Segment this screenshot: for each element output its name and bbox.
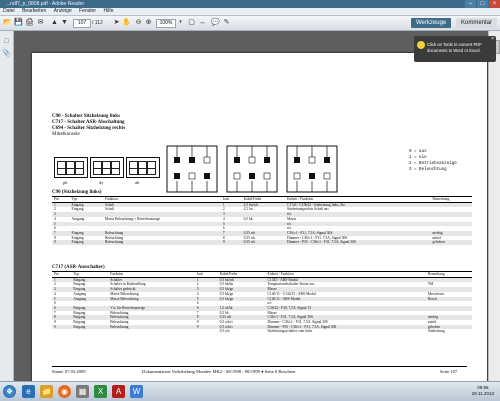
print-icon[interactable]: 🖨 xyxy=(25,18,34,27)
zoom-out-icon[interactable]: ⊖ xyxy=(134,18,143,27)
table-cell: Dimmer - P35 - C36/c1 - F31, 7,5A, Signa… xyxy=(285,240,431,246)
hand-tool-icon[interactable]: ✋ xyxy=(122,18,131,27)
firefox-icon[interactable]: ◉ xyxy=(58,385,71,398)
clock-date: 29.11.2013 xyxy=(471,391,494,396)
pdf-page: C90 - Schalter Sitzheizung links C717 - … xyxy=(32,53,487,388)
heading-c694: C694 - Schalter Sitzheizung rechts xyxy=(52,126,126,131)
connector-image-dy xyxy=(90,157,124,178)
adobe-reader-icon[interactable]: A xyxy=(112,385,125,398)
zoom-dropdown-icon[interactable]: ▾ xyxy=(176,18,185,27)
table-cell: 9 xyxy=(220,240,242,246)
heading-c90: C90 - Schalter Sitzheizung links xyxy=(52,114,120,119)
table-cell: Beleuchtung xyxy=(103,240,221,246)
excel-icon[interactable]: X xyxy=(94,385,107,398)
navigation-panel: □ 📎 xyxy=(0,31,14,381)
switch-wiring-diagram xyxy=(166,145,338,193)
file-explorer-icon[interactable]: 📁 xyxy=(40,385,53,398)
table-c90: Pin Typ Funktion Jack Kabel/Farbe Einheit / F… xyxy=(52,196,472,246)
table-cell: Sitzheizung xyxy=(427,329,445,334)
footer-page: Seite 107 xyxy=(440,369,458,374)
menu-anzeige[interactable]: Anzeige xyxy=(51,8,75,15)
table-c717-title: C717 (ASR-Ausschalter) xyxy=(52,265,105,270)
app-icon[interactable]: ▦ xyxy=(76,385,89,398)
footer-date: Stand: 07.03.2009 xyxy=(52,369,86,374)
table-c717: Pin Typ Funktion Jack Kabel/Farbe Einheit / F… xyxy=(52,271,472,334)
heading-c717: C717 - Schalter ASR-Abschaltung xyxy=(52,120,125,125)
document-area: C90 - Schalter Sitzheizung links C717 - … xyxy=(14,31,488,388)
minimize-button[interactable]: – xyxy=(465,0,476,8)
table-cell xyxy=(52,329,71,334)
select-tool-icon[interactable]: ➤ xyxy=(112,18,121,27)
table-cell: Eingang xyxy=(69,240,104,246)
comment-icon[interactable]: 💬 xyxy=(211,18,220,27)
previous-page-icon[interactable]: ▲ xyxy=(50,18,59,27)
open-file-icon[interactable]: 📂 xyxy=(3,18,12,27)
menu-hilfe[interactable]: Hilfe xyxy=(100,8,116,15)
table-cell: Sitzheizungsschalter vom links xyxy=(267,329,313,334)
attachments-icon[interactable]: 📎 xyxy=(2,49,11,58)
connector-label-ph: ph xyxy=(63,180,68,185)
fit-page-icon[interactable]: ▢ xyxy=(187,18,196,27)
table-cell: 0,35 wh xyxy=(241,240,286,246)
table-c90-title: C90 (Sitzheizung links) xyxy=(52,190,102,195)
save-icon[interactable]: 💾 xyxy=(14,18,23,27)
table-cell xyxy=(108,329,195,334)
email-icon[interactable]: ✉ xyxy=(36,18,45,27)
tooltip-text: Click on Tools to convert PDF documents … xyxy=(427,42,482,53)
lightbulb-icon xyxy=(417,41,425,49)
menu-bar: Datei Bearbeiten Anzeige Fenster Hilfe xyxy=(0,8,500,16)
page-number-input[interactable]: 107 xyxy=(73,19,91,28)
connector-label-dy: dy xyxy=(99,180,104,185)
highlight-icon[interactable]: ✎ xyxy=(222,18,231,27)
table-row: 0,5 wh Sitzheizungsschalter vom links Sitz… xyxy=(52,329,472,334)
connector-label-ab: ab xyxy=(135,180,140,185)
start-button-icon[interactable]: ❖ xyxy=(3,385,16,398)
menu-fenster[interactable]: Fenster xyxy=(76,8,99,15)
word-icon[interactable]: W xyxy=(130,385,143,398)
page-total: / 112 xyxy=(92,20,103,26)
connector-image-ab xyxy=(126,157,160,178)
menu-datei[interactable]: Datei xyxy=(0,8,18,15)
zoom-in-icon[interactable]: ⊕ xyxy=(144,18,153,27)
close-button[interactable]: × xyxy=(489,0,500,8)
tools-button[interactable]: Werkzeuge xyxy=(411,18,452,28)
system-clock: 09:56 29.11.2013 xyxy=(472,385,494,397)
footer-rule xyxy=(52,366,467,367)
maximize-button[interactable]: □ xyxy=(477,0,488,8)
footer-title: Dokumentation Verkabelung Mondeo MK2 - 0… xyxy=(142,369,296,374)
tools-tooltip: × Click on Tools to convert PDF document… xyxy=(414,36,496,62)
table-cell: 9 xyxy=(52,240,70,246)
taskbar: ❖ e 📁 ◉ ▦ X A W 09:56 29.11.2013 xyxy=(0,381,500,401)
table-cell xyxy=(71,329,108,334)
comment-button[interactable]: Kommentar xyxy=(456,18,498,28)
table-row: 9 Eingang Beleuchtung 9 0,35 wh Dimmer - P35 … xyxy=(52,240,472,246)
zoom-select[interactable]: 100% xyxy=(156,19,176,28)
table-cell xyxy=(195,329,218,334)
next-page-icon[interactable]: ▼ xyxy=(60,18,69,27)
connector-image-ph xyxy=(54,157,88,178)
fit-width-icon[interactable]: ↔ xyxy=(198,18,207,27)
toolbar: 📂 💾 🖨 ✉ ▲ ▼ 107 / 112 ➤ ✋ ⊖ ⊕ 100% ▾ ▢ ↔… xyxy=(0,16,500,31)
legend-line: 3 = Beleuchtung xyxy=(409,168,447,172)
menu-bearbeiten[interactable]: Bearbeiten xyxy=(19,8,49,15)
ie-browser-icon[interactable]: e xyxy=(22,385,35,398)
vertical-scrollbar[interactable] xyxy=(488,31,500,381)
table-cell: gehoben xyxy=(430,240,472,246)
subheading-location: Mittelkonsole xyxy=(52,132,80,137)
window-title-bar: ...ndf7_p_0808.pdf - Adobe Reader – □ × xyxy=(0,0,500,8)
pin-legend: 0 = aus 1 = ein 2 = Betriebsanzeige 3 = … xyxy=(409,149,457,173)
window-title: ...ndf7_p_0808.pdf - Adobe Reader xyxy=(6,1,85,7)
table-cell: 0,5 wh xyxy=(219,329,230,334)
page-thumbnails-icon[interactable]: □ xyxy=(2,37,11,46)
